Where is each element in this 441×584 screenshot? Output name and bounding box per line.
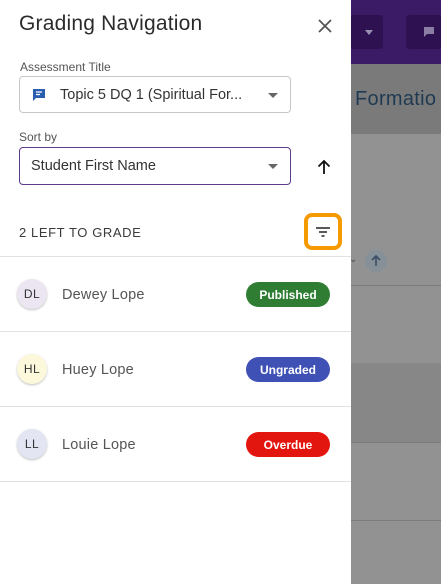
student-row[interactable]: DL Dewey Lope Published [0,257,351,332]
background-divider [351,285,441,286]
background-page-title: Formatio [355,88,437,110]
close-button[interactable] [313,14,337,38]
arrow-up-icon [365,250,387,272]
chevron-down-icon [268,92,278,98]
sort-direction-button[interactable] [311,154,337,180]
filter-button[interactable] [304,213,342,250]
student-row[interactable]: LL Louie Lope Overdue [0,407,351,482]
student-name: Dewey Lope [62,287,145,303]
filter-icon [316,226,330,237]
chevron-down-icon [268,164,278,169]
sort-by-value: Student First Name [31,158,156,174]
assessment-title-select[interactable]: Topic 5 DQ 1 (Spiritual For... [19,76,291,113]
student-name: Louie Lope [62,437,136,453]
grading-navigation-drawer: Grading Navigation Assessment Title Topi… [0,0,351,584]
background-row [351,363,441,442]
drawer-title: Grading Navigation [19,12,203,35]
status-badge: Ungraded [246,357,330,382]
discussion-icon [33,88,45,101]
background-divider [351,442,441,443]
chevron-down-icon: ⌄ [351,254,358,265]
chat-icon [424,27,434,37]
student-name: Huey Lope [62,362,134,378]
status-badge: Published [246,282,330,307]
chevron-down-icon [365,29,373,35]
student-row[interactable]: HL Huey Lope Ungraded [0,332,351,407]
avatar: HL [17,354,47,384]
left-to-grade-count: 2 LEFT TO GRADE [19,225,142,240]
close-icon [318,19,332,33]
status-badge: Overdue [246,432,330,457]
arrow-up-icon [317,159,331,174]
avatar: LL [17,429,47,459]
avatar: DL [17,279,47,309]
background-panel [351,134,441,584]
sort-by-select[interactable]: Student First Name [19,147,291,185]
assessment-title-label: Assessment Title [20,60,111,74]
background-app: Formatio ⌄ [351,0,441,584]
background-dropdown-button [351,15,383,49]
background-chat-button [406,15,441,49]
sort-by-label: Sort by [19,130,58,144]
background-divider [351,520,441,521]
assessment-title-value: Topic 5 DQ 1 (Spiritual For... [60,86,243,103]
divider [0,481,351,482]
background-topbar [351,0,441,64]
